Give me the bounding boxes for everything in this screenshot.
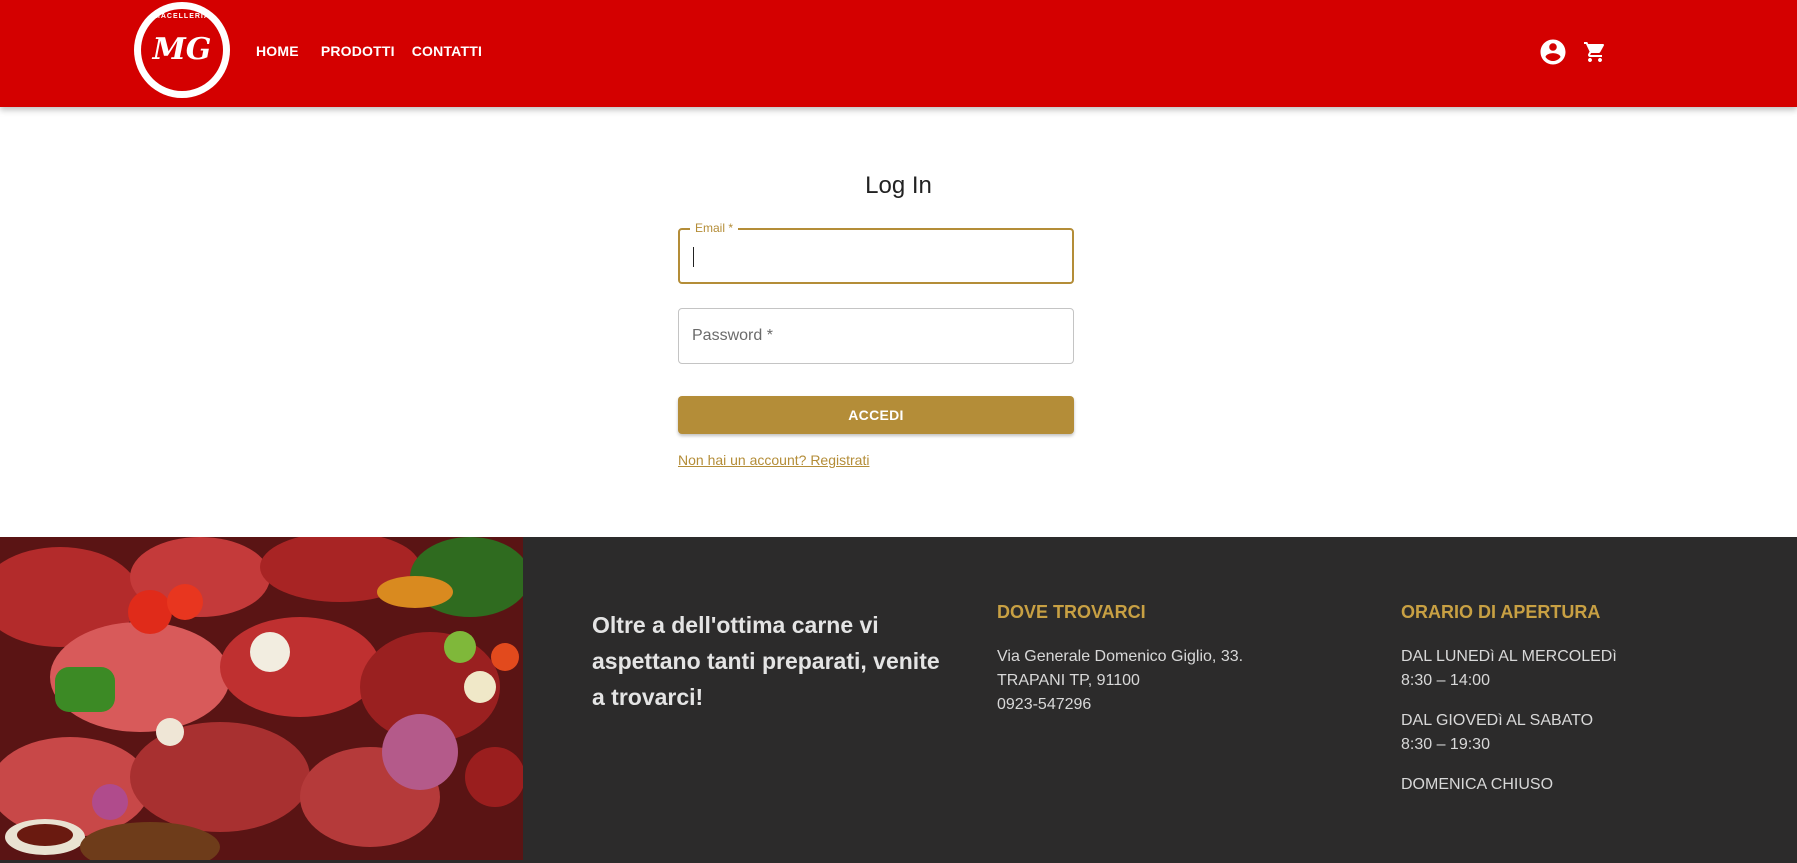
address-line: Via Generale Domenico Giglio, 33. <box>997 648 1244 665</box>
macelleria-logo[interactable]: MACELLERIA MG <box>134 2 230 98</box>
header-icons <box>1538 37 1610 67</box>
login-title: Log In <box>865 172 932 199</box>
nav-contatti[interactable]: CONTATTI <box>412 43 482 59</box>
nav-home[interactable]: HOME <box>256 43 299 59</box>
email-input[interactable] <box>680 230 1072 282</box>
footer-hours: ORARIO DI APERTURA DAL LUNEDì AL MERCOLE… <box>1401 602 1617 813</box>
hours-block: DOMENICA CHIUSO <box>1401 773 1617 797</box>
nav-prodotti[interactable]: PRODOTTI <box>321 43 395 59</box>
password-input[interactable] <box>679 309 1073 363</box>
email-field[interactable]: Email * <box>678 221 1074 284</box>
hours-days: DAL GIOVEDì AL SABATO <box>1401 712 1594 729</box>
city-line: TRAPANI TP, 91100 <box>997 672 1140 689</box>
hours-block: DAL LUNEDì AL MERCOLEDì 8:30 – 14:00 <box>1401 645 1617 693</box>
account-circle-icon[interactable] <box>1538 37 1568 67</box>
site-header: MACELLERIA MG HOME PRODOTTI CONTATTI <box>0 0 1797 107</box>
logo-ring-text: MACELLERIA <box>154 13 210 20</box>
main-nav: HOME PRODOTTI CONTATTI <box>256 43 499 59</box>
shopping-cart-icon[interactable] <box>1580 37 1610 67</box>
hours-block: DAL GIOVEDì AL SABATO 8:30 – 19:30 <box>1401 709 1617 757</box>
logo-badge: MACELLERIA MG <box>141 9 223 91</box>
site-footer: Oltre a dell'ottima carne vi aspettano t… <box>0 537 1797 863</box>
hours-heading: ORARIO DI APERTURA <box>1401 602 1601 622</box>
footer-where: DOVE TROVARCI Via Generale Domenico Gigl… <box>997 602 1243 717</box>
footer-tagline: Oltre a dell'ottima carne vi aspettano t… <box>592 612 940 710</box>
accedi-button[interactable]: ACCEDI <box>678 396 1074 434</box>
logo-monogram: MG <box>152 32 212 67</box>
phone-line: 0923-547296 <box>997 696 1092 713</box>
hours-days: DAL LUNEDì AL MERCOLEDì <box>1401 648 1617 665</box>
hours-time: 8:30 – 19:30 <box>1401 736 1490 753</box>
text-caret <box>693 247 694 267</box>
where-heading: DOVE TROVARCI <box>997 602 1146 622</box>
hours-closed: DOMENICA CHIUSO <box>1401 776 1554 793</box>
register-link[interactable]: Non hai un account? Registrati <box>678 452 869 468</box>
password-field[interactable] <box>678 308 1074 364</box>
meat-assortment-image <box>0 537 523 860</box>
hours-time: 8:30 – 14:00 <box>1401 672 1490 689</box>
